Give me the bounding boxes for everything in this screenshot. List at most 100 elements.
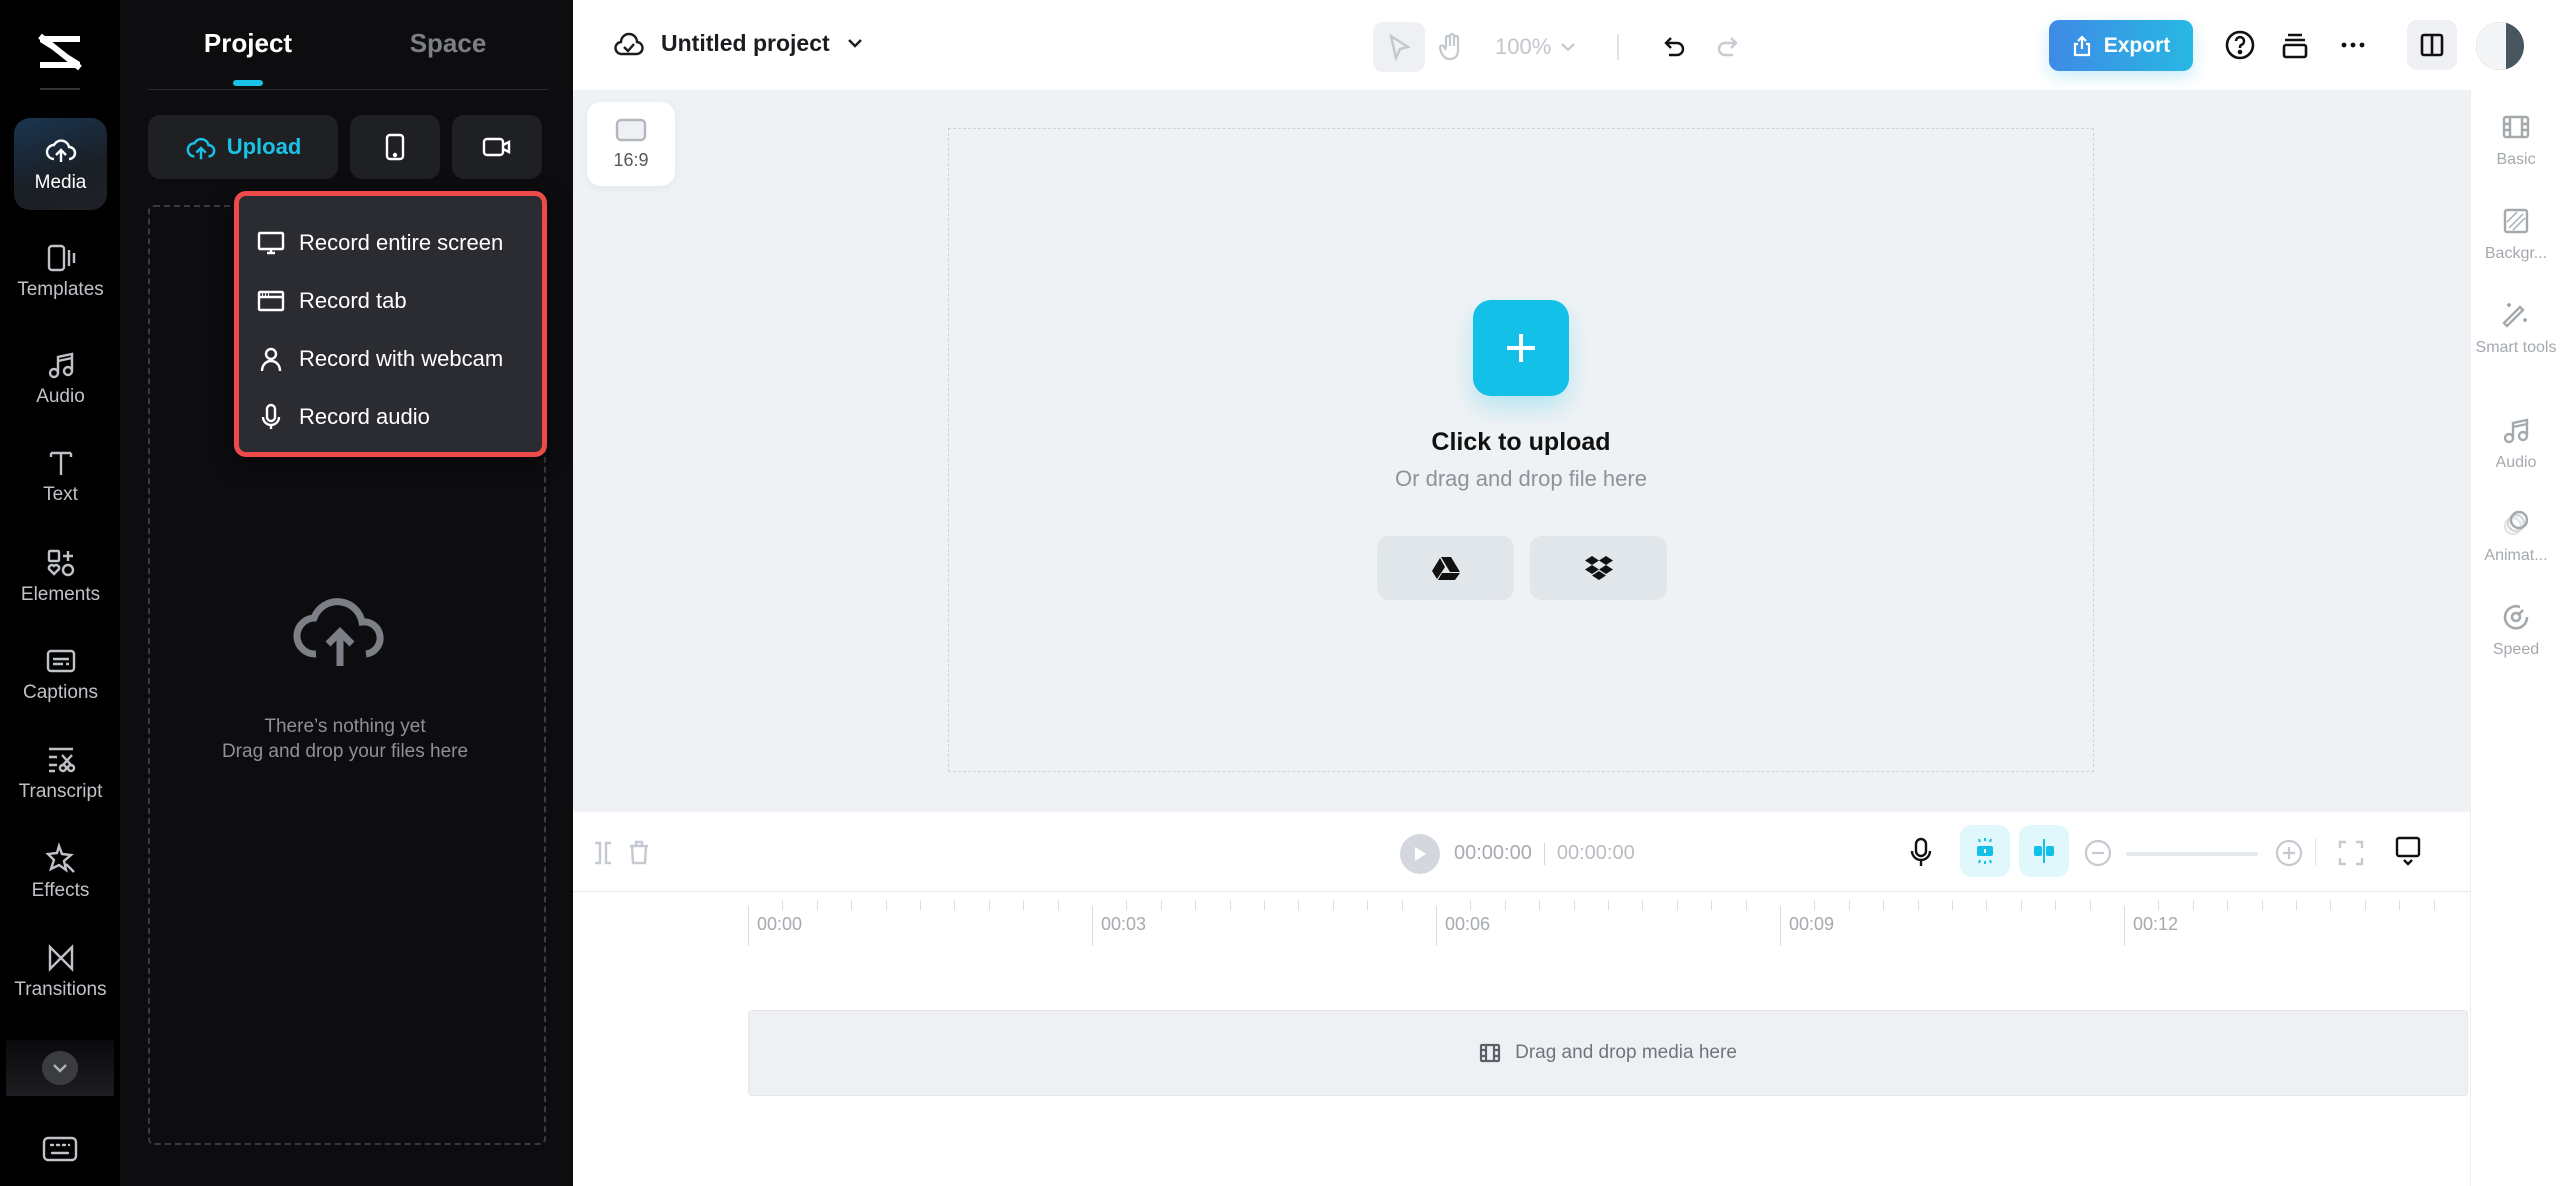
record-webcam-item[interactable]: Record with webcam (239, 330, 542, 388)
transcript-icon (48, 747, 75, 773)
upload-button[interactable]: Upload (148, 115, 338, 179)
export-label: Export (2103, 33, 2171, 57)
rail-item-label: Audio (36, 386, 85, 407)
aspect-ratio-button[interactable]: 16:9 (587, 102, 675, 186)
transitions-icon (48, 944, 73, 972)
rail-item-transcript[interactable]: Transcript (14, 727, 107, 819)
phone-upload-button[interactable] (350, 115, 440, 179)
linkage-toggle[interactable] (2019, 825, 2069, 877)
record-entire-screen-item[interactable]: Record entire screen (239, 214, 542, 272)
ruler-minor-tick (2433, 900, 2435, 910)
zoom-out-icon[interactable] (2082, 837, 2114, 869)
play-button[interactable] (1400, 834, 1440, 874)
person-icon (260, 347, 282, 372)
layout-toggle-button[interactable] (2407, 20, 2457, 70)
select-tool-button[interactable] (1373, 22, 1425, 72)
tab-space[interactable]: Space (348, 0, 548, 89)
rail-more-button[interactable] (6, 1040, 114, 1096)
export-button[interactable]: Export (2049, 20, 2193, 71)
prop-basic[interactable]: Basic (2471, 112, 2560, 169)
rail-item-effects[interactable]: Effects (14, 826, 107, 918)
trash-icon[interactable] (623, 836, 655, 868)
rail-item-audio[interactable]: Audio (14, 332, 107, 424)
ruler-minor-tick (1814, 900, 1816, 910)
ruler-minor-tick (1332, 900, 1334, 910)
record-item-label: Record audio (299, 404, 430, 429)
rail-item-elements[interactable]: Elements (14, 530, 107, 622)
prop-animation[interactable]: Animat... (2471, 508, 2560, 565)
google-drive-button[interactable] (1377, 536, 1514, 600)
music-note-icon (2503, 418, 2529, 444)
ruler-minor-tick (2296, 900, 2297, 910)
tab-project[interactable]: Project (148, 0, 348, 89)
keyboard-icon[interactable] (42, 1135, 78, 1163)
hand-icon (1438, 32, 1460, 61)
ruler-minor-tick (1642, 900, 1644, 910)
rail-item-captions[interactable]: Captions (14, 628, 107, 720)
ruler-minor-tick (2055, 900, 2057, 910)
prop-smart-tools[interactable]: Smart tools (2471, 300, 2560, 357)
prop-speed[interactable]: Speed (2471, 602, 2560, 659)
record-audio-item[interactable]: Record audio (239, 388, 542, 446)
split-icon[interactable] (587, 837, 619, 869)
undo-icon (1664, 37, 1685, 57)
redo-button[interactable] (1701, 22, 1753, 72)
ruler-minor-tick (2020, 900, 2022, 910)
record-item-label: Record with webcam (299, 346, 504, 371)
rail-item-templates[interactable]: Templates (14, 225, 107, 317)
prop-label: Audio (2495, 454, 2537, 471)
dropbox-icon (1584, 556, 1613, 580)
panel-tabs: Project Space (148, 0, 548, 90)
timeline-ruler[interactable]: 00:00 00:03 00:06 00:09 00:12 (573, 892, 2470, 952)
upload-title: Click to upload (1431, 428, 1611, 456)
preview-display-icon[interactable] (2392, 835, 2424, 867)
hand-tool-button[interactable] (1425, 22, 1477, 72)
prop-background[interactable]: Backgr... (2471, 206, 2560, 263)
timeline-zoom-slider[interactable] (2126, 852, 2258, 856)
ruler-label: 00:03 (1092, 906, 1146, 946)
ruler-minor-tick (1401, 900, 1403, 910)
fullscreen-icon[interactable] (2335, 837, 2367, 869)
more-options-icon[interactable] (2336, 28, 2370, 62)
help-icon[interactable] (2223, 28, 2257, 62)
chevron-down-icon (1561, 43, 1575, 52)
magnet-snap-toggle[interactable] (1960, 825, 2010, 877)
microphone-icon (261, 403, 281, 429)
project-title-menu[interactable]: Untitled project (613, 28, 864, 58)
empty-line-2: Drag and drop your files here (221, 741, 469, 762)
aspect-ratio-label: 16:9 (613, 149, 649, 170)
prop-label: Speed (2492, 641, 2540, 658)
ruler-minor-tick (2227, 900, 2229, 910)
toolbar-divider (1617, 34, 1620, 60)
ruler-minor-tick (1023, 900, 1025, 910)
capcut-logo-icon[interactable] (34, 30, 86, 74)
rail-item-text[interactable]: Text (14, 430, 107, 522)
prop-audio[interactable]: Audio (2471, 415, 2560, 472)
rail-item-media[interactable]: Media (14, 118, 107, 210)
ruler-minor-tick (2192, 900, 2194, 910)
microphone-icon[interactable] (1905, 836, 1937, 868)
google-drive-icon (1431, 557, 1460, 580)
prop-label: Smart tools (2475, 339, 2557, 356)
ruler-label: 00:00 (748, 906, 802, 946)
record-tab-item[interactable]: Record tab (239, 272, 542, 330)
layers-icon[interactable] (2278, 28, 2312, 62)
zoom-in-icon[interactable] (2273, 837, 2305, 869)
ruler-minor-tick (1264, 900, 1265, 910)
undo-button[interactable] (1649, 22, 1701, 72)
ruler-minor-tick (1573, 900, 1575, 910)
elements-icon (47, 549, 74, 577)
rail-item-transitions[interactable]: Transitions (14, 925, 107, 1017)
ruler-label: 00:09 (1780, 906, 1834, 946)
ruler-minor-tick (816, 900, 818, 910)
user-avatar[interactable] (2476, 22, 2524, 70)
zoom-dropdown[interactable]: 100% (1495, 34, 1577, 60)
ruler-minor-tick (1539, 900, 1541, 910)
dropbox-button[interactable] (1530, 536, 1667, 600)
ruler-minor-tick (1676, 900, 1678, 910)
record-button[interactable] (452, 115, 542, 179)
drop-hint: Drag and drop media here (1515, 1042, 1737, 1063)
add-media-button[interactable] (1473, 300, 1569, 396)
prop-label: Animat... (2484, 547, 2548, 564)
timeline-drop-track[interactable]: Drag and drop media here (748, 1010, 2468, 1096)
